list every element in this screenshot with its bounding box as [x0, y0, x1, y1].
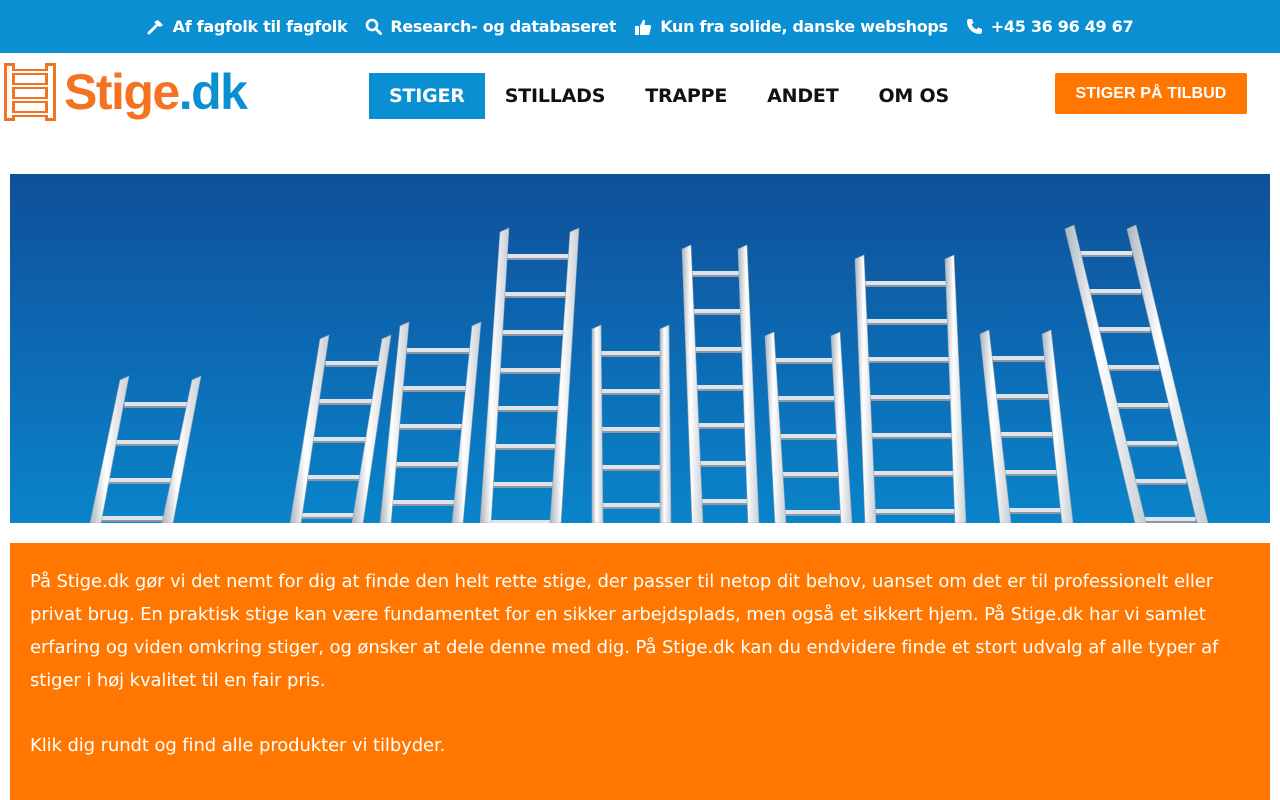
logo-wordmark: Stige.dk — [64, 63, 248, 121]
ladder-logo-icon — [4, 63, 56, 121]
nav-item-andet[interactable]: ANDET — [747, 73, 858, 119]
topbar-item-phone[interactable]: +45 36 96 49 67 — [966, 17, 1134, 36]
nav-item-trappe[interactable]: TRAPPE — [625, 73, 747, 119]
logo-tld: .dk — [178, 64, 248, 120]
topbar-item-fagfolk: Af fagfolk til fagfolk — [147, 17, 348, 36]
nav-item-stiger[interactable]: STIGER — [369, 73, 485, 119]
stiger-paa-tilbud-button[interactable]: STIGER PÅ TILBUD — [1055, 73, 1247, 114]
intro-section: På Stige.dk gør vi det nemt for dig at f… — [10, 543, 1270, 800]
intro-call-to-action: Klik dig rundt og find alle produkter vi… — [30, 735, 446, 756]
nav-item-om-os[interactable]: OM OS — [858, 73, 969, 119]
site-header: Stige.dk STIGER STILLADS TRAPPE ANDET OM… — [0, 53, 1280, 139]
search-icon — [365, 18, 383, 35]
topbar-label: Research- og databaseret — [390, 17, 617, 36]
topbar-label: Af fagfolk til fagfolk — [172, 17, 348, 36]
thumbs-up-icon — [634, 18, 652, 36]
main-nav: STIGER STILLADS TRAPPE ANDET OM OS — [369, 73, 969, 119]
logo-name: Stige — [64, 64, 180, 120]
phone-number: +45 36 96 49 67 — [990, 17, 1134, 36]
topbar-label: Kun fra solide, danske webshops — [660, 17, 948, 36]
site-logo[interactable]: Stige.dk — [0, 63, 256, 121]
phone-icon — [966, 18, 983, 35]
top-info-bar: Af fagfolk til fagfolk Research- og data… — [0, 0, 1280, 53]
nav-item-stillads[interactable]: STILLADS — [485, 73, 626, 119]
hammer-icon — [147, 18, 165, 36]
topbar-item-webshops: Kun fra solide, danske webshops — [634, 17, 948, 36]
topbar-item-research: Research- og databaseret — [365, 17, 616, 36]
ladders-image — [10, 174, 1270, 523]
intro-paragraph: På Stige.dk gør vi det nemt for dig at f… — [30, 571, 1219, 691]
hero-image — [10, 174, 1270, 523]
